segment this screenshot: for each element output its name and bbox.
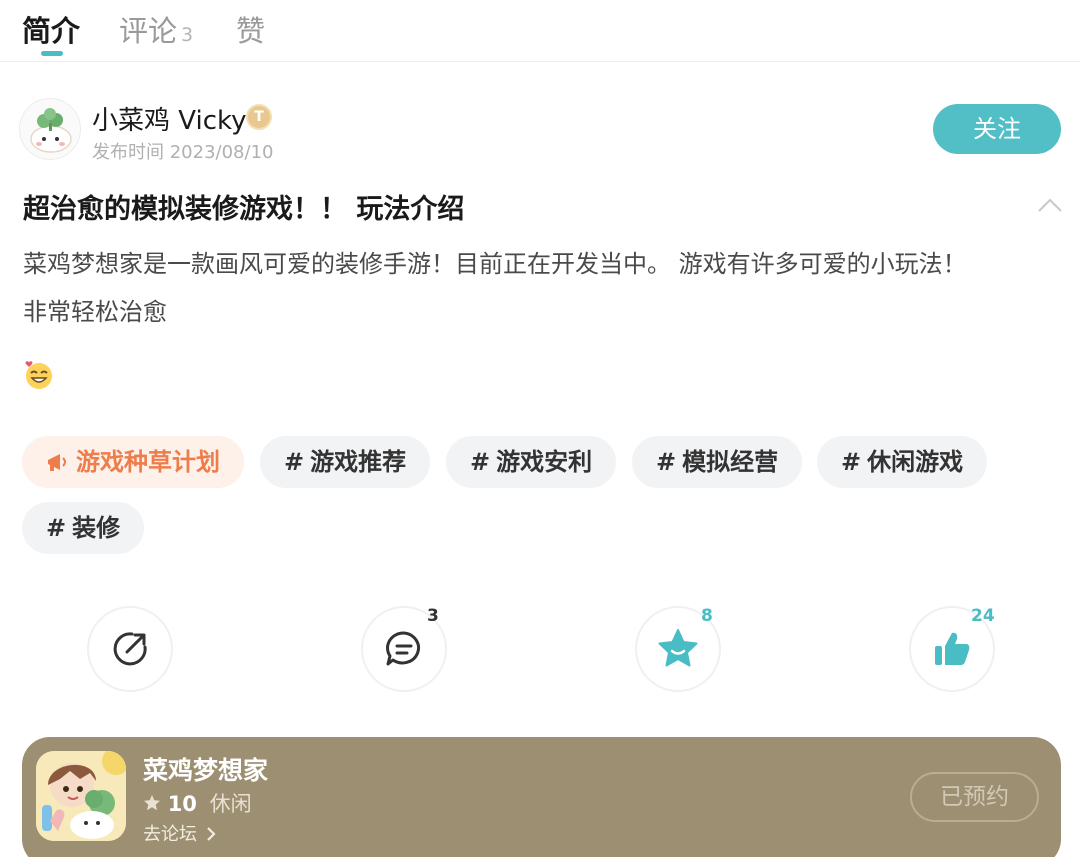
tag-item[interactable]: # 模拟经营 [632, 436, 803, 488]
tag-label: 游戏种草计划 [76, 448, 220, 476]
tab-comments-label: 评论 [119, 14, 178, 48]
post-title: 超治愈的模拟装修游戏！！ 玩法介绍 [23, 194, 465, 225]
post-body: 菜鸡梦想家是一款画风可爱的装修手游！目前正在开发当中。 游戏有许多可爱的小玩法！… [23, 240, 1063, 336]
hash-icon: # [656, 448, 677, 476]
tab-comments-count: 3 [181, 24, 194, 46]
chevron-right-icon [206, 827, 216, 841]
tag-item[interactable]: # 装修 [22, 502, 145, 554]
comment-icon [386, 631, 420, 666]
heart-eyes-emoji-icon [25, 361, 52, 389]
tag-label: 模拟经营 [682, 448, 779, 476]
publish-time: 发布时间 2023/08/10 [92, 142, 274, 163]
tag-label: 休闲游戏 [867, 448, 964, 476]
hash-icon: # [470, 448, 491, 476]
tab-likes[interactable]: 赞 [236, 8, 265, 50]
go-to-forum-link[interactable]: 去论坛 [143, 820, 217, 846]
tab-likes-label: 赞 [236, 14, 266, 48]
game-card[interactable]: 菜鸡梦想家 10 休闲 去论坛 已预约 [22, 737, 1061, 857]
megaphone-icon [48, 454, 66, 471]
post-body-line-1: 菜鸡梦想家是一款画风可爱的装修手游！目前正在开发当中。 游戏有许多可爱的小玩法！ [23, 250, 967, 278]
game-score: 10 [167, 792, 197, 816]
share-icon [113, 632, 147, 666]
tag-label: 装修 [72, 514, 121, 542]
tag-label: 游戏安利 [496, 448, 593, 476]
star-icon [658, 629, 698, 667]
thumbs-up-icon [935, 632, 970, 665]
tag-item[interactable]: # 休闲游戏 [817, 436, 988, 488]
game-meta: 10 休闲 [143, 788, 252, 818]
tag-featured[interactable]: 游戏种草计划 [22, 436, 244, 488]
active-tab-indicator [41, 51, 63, 56]
like-count: 24 [971, 606, 995, 626]
follow-button[interactable]: 关注 [933, 104, 1061, 154]
favorite-count: 8 [701, 606, 713, 626]
tab-bar: 简介 评论 3 赞 [0, 0, 1080, 62]
tag-item[interactable]: # 游戏推荐 [260, 436, 431, 488]
game-genre: 休闲 [209, 792, 252, 816]
tag-label: 游戏推荐 [310, 448, 407, 476]
tab-intro-label: 简介 [22, 14, 81, 48]
author-level-badge: T [246, 104, 272, 130]
author-name[interactable]: 小菜鸡 Vicky [92, 100, 247, 137]
author-avatar[interactable] [19, 98, 81, 160]
hash-icon: # [284, 448, 305, 476]
chevron-up-icon[interactable] [1036, 196, 1064, 214]
tab-intro[interactable]: 简介 [22, 8, 80, 50]
rating-star-icon [144, 795, 160, 811]
reserved-button[interactable]: 已预约 [910, 772, 1039, 822]
post-body-line-2: 非常轻松治愈 [23, 298, 167, 326]
share-button[interactable] [87, 606, 173, 692]
tag-item[interactable]: # 游戏安利 [446, 436, 617, 488]
comment-count: 3 [427, 606, 439, 626]
game-icon [36, 751, 126, 841]
game-name: 菜鸡梦想家 [143, 756, 269, 785]
tab-comments[interactable]: 评论 3 [119, 8, 193, 50]
hash-icon: # [841, 448, 862, 476]
forum-link-label: 去论坛 [143, 824, 197, 845]
hash-icon: # [46, 514, 67, 542]
